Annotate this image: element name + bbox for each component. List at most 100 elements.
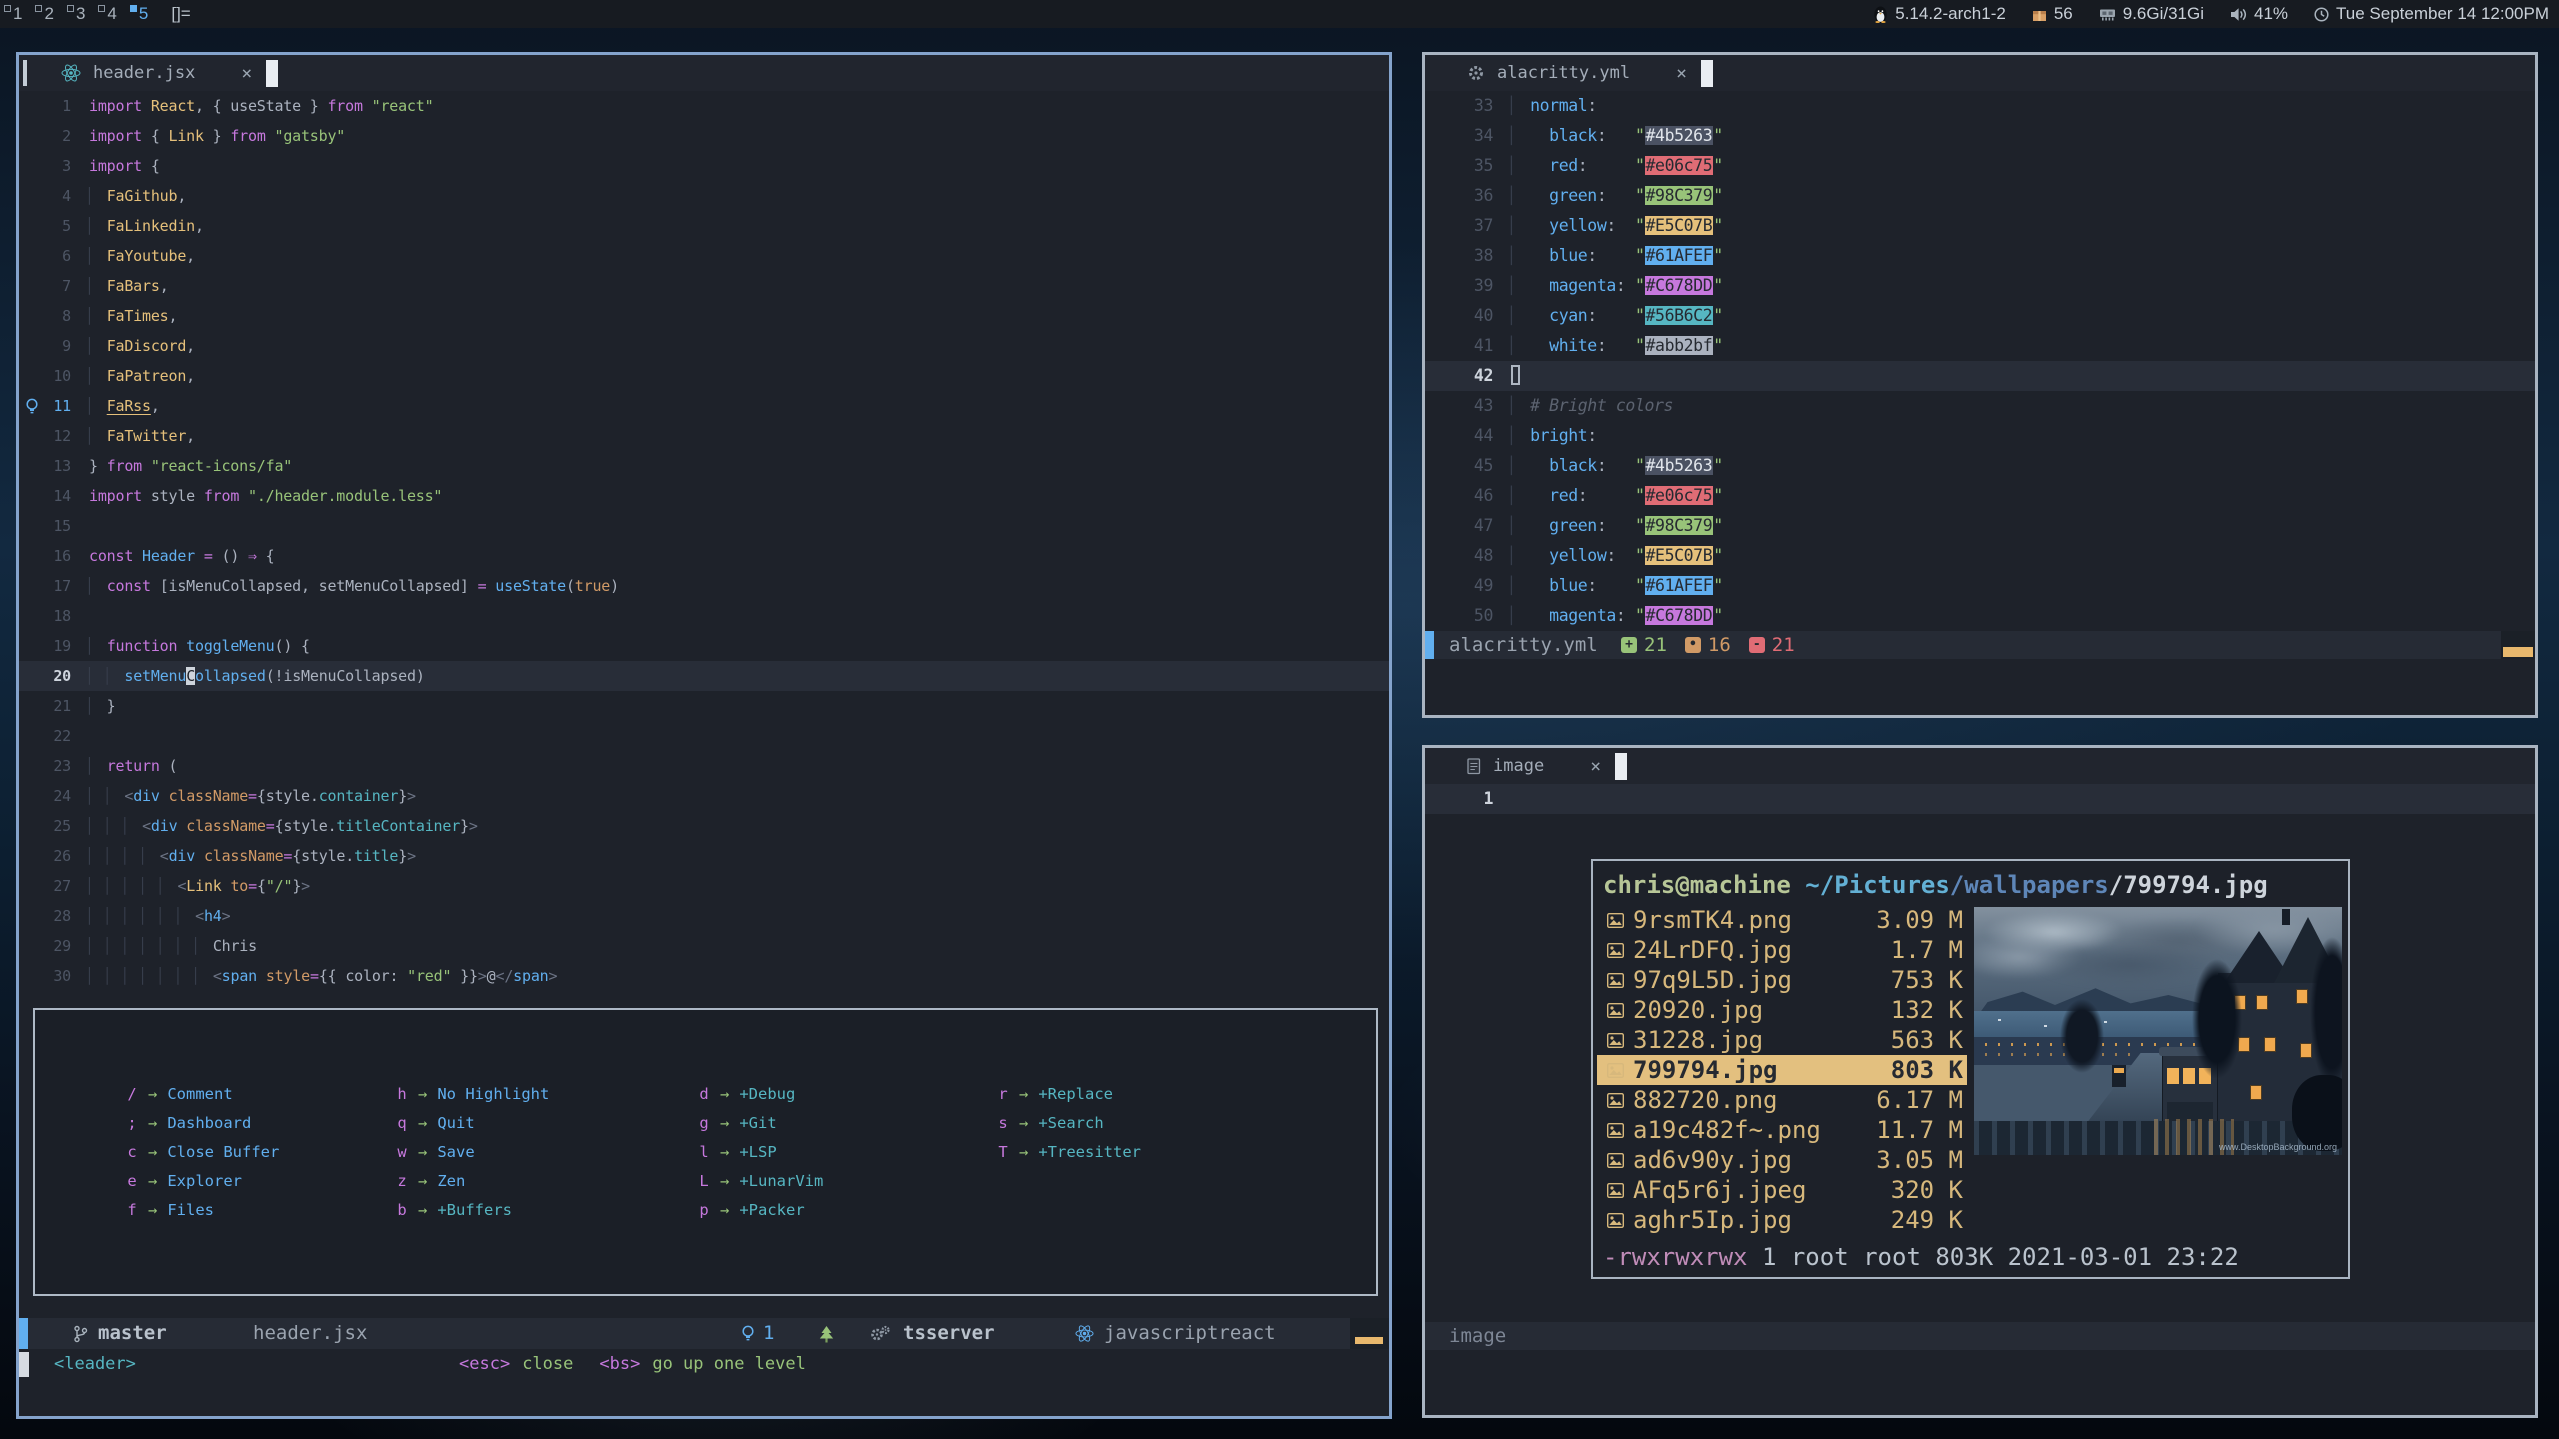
code-line[interactable]: 7▏ FaBars, [19, 271, 1389, 301]
code-line[interactable]: 22 [19, 721, 1389, 751]
code-line[interactable]: 10▏ FaPatreon, [19, 361, 1389, 391]
file-row[interactable]: 97q9L5D.jpg753 K [1597, 965, 1967, 995]
tab-header-jsx[interactable]: header.jsx × [61, 60, 278, 87]
whichkey-binding--debug[interactable]: d→+Debug [696, 1080, 823, 1109]
tab-alacritty-yml[interactable]: alacritty.yml × [1467, 60, 1713, 87]
code-line[interactable]: 21▏ } [19, 691, 1389, 721]
git-branch[interactable]: master [73, 1318, 167, 1349]
tab-close-icon[interactable]: × [1676, 63, 1687, 84]
whichkey-binding-explorer[interactable]: e→Explorer [124, 1167, 279, 1196]
code-line[interactable]: 47▏ green: "#98C379" [1425, 511, 2535, 541]
file-row[interactable]: 882720.png6.17 M [1597, 1085, 1967, 1115]
code-line[interactable]: 43▏ # Bright colors [1425, 391, 2535, 421]
tab-close-icon[interactable]: × [241, 63, 252, 84]
code-line[interactable]: 1import React, { useState } from "react" [19, 91, 1389, 121]
code-line[interactable]: 26▏ ▏ ▏ ▏ <div className={style.title}> [19, 841, 1389, 871]
file-row[interactable]: 31228.jpg563 K [1597, 1025, 1967, 1055]
diagnostics-indicator[interactable]: 1 [741, 1318, 774, 1349]
code-line[interactable]: 14import style from "./header.module.les… [19, 481, 1389, 511]
code-line[interactable]: 28▏ ▏ ▏ ▏ ▏ ▏ <h4> [19, 901, 1389, 931]
file-row[interactable]: 799794.jpg803 K [1597, 1055, 1967, 1085]
file-row[interactable]: 20920.jpg132 K [1597, 995, 1967, 1025]
whichkey-binding-save[interactable]: w→Save [394, 1138, 549, 1167]
code-line[interactable]: 48▏ yellow: "#E5C07B" [1425, 541, 2535, 571]
code-line[interactable]: 19▏ function toggleMenu() { [19, 631, 1389, 661]
code-line[interactable]: 29▏ ▏ ▏ ▏ ▏ ▏ ▏ Chris [19, 931, 1389, 961]
code-line[interactable]: 23▏ return ( [19, 751, 1389, 781]
scroll-indicator[interactable] [2501, 631, 2535, 659]
workspace-3[interactable]: 3 [63, 3, 94, 25]
image-buffer-area[interactable]: 1 [1425, 784, 2535, 814]
code-area[interactable]: 1import React, { useState } from "react"… [19, 91, 1389, 991]
file-row[interactable]: AFq5r6j.jpeg320 K [1597, 1175, 1967, 1205]
whichkey-binding--lsp[interactable]: l→+LSP [696, 1138, 823, 1167]
code-line[interactable]: 33▏ normal: [1425, 91, 2535, 121]
code-line[interactable]: 12▏ FaTwitter, [19, 421, 1389, 451]
whichkey-binding-comment[interactable]: /→Comment [124, 1080, 279, 1109]
code-line[interactable]: 8▏ FaTimes, [19, 301, 1389, 331]
layout-symbol[interactable]: []= [171, 4, 190, 24]
file-row[interactable]: 24LrDFQ.jpg1.7 M [1597, 935, 1967, 965]
tabline-handle [23, 60, 27, 86]
whichkey-binding--lunarvim[interactable]: L→+LunarVim [696, 1167, 823, 1196]
code-line[interactable]: 36▏ green: "#98C379" [1425, 181, 2535, 211]
code-line[interactable]: 45▏ black: "#4b5263" [1425, 451, 2535, 481]
file-row[interactable]: 9rsmTK4.png3.09 M [1597, 905, 1967, 935]
code-line[interactable]: 41▏ white: "#abb2bf" [1425, 331, 2535, 361]
code-line[interactable]: 40▏ cyan: "#56B6C2" [1425, 301, 2535, 331]
whichkey-binding-close-buffer[interactable]: c→Close Buffer [124, 1138, 279, 1167]
code-line[interactable]: 27▏ ▏ ▏ ▏ ▏ <Link to={"/"}> [19, 871, 1389, 901]
code-line[interactable]: 34▏ black: "#4b5263" [1425, 121, 2535, 151]
code-line[interactable]: 30▏ ▏ ▏ ▏ ▏ ▏ ▏ <span style={{ color: "r… [19, 961, 1389, 991]
code-line[interactable]: 37▏ yellow: "#E5C07B" [1425, 211, 2535, 241]
code-line[interactable]: 9▏ FaDiscord, [19, 331, 1389, 361]
code-line[interactable]: 5▏ FaLinkedin, [19, 211, 1389, 241]
workspace-2[interactable]: 2 [31, 3, 62, 25]
yml-code-area[interactable]: 33▏ normal:34▏ black: "#4b5263"35▏ red: … [1425, 91, 2535, 631]
code-line[interactable]: 50▏ magenta: "#C678DD" [1425, 601, 2535, 631]
whichkey-binding-zen[interactable]: z→Zen [394, 1167, 549, 1196]
code-line[interactable]: 15 [19, 511, 1389, 541]
whichkey-binding-files[interactable]: f→Files [124, 1196, 279, 1225]
code-line[interactable]: 4▏ FaGithub, [19, 181, 1389, 211]
code-line[interactable]: 38▏ blue: "#61AFEF" [1425, 241, 2535, 271]
file-row[interactable]: a19c482f~.png11.7 M [1597, 1115, 1967, 1145]
command-line[interactable]: <leader> <esc>close<bs>go up one level [19, 1349, 1389, 1379]
code-line[interactable]: 39▏ magenta: "#C678DD" [1425, 271, 2535, 301]
workspace-1[interactable]: 1 [0, 3, 31, 25]
code-line[interactable]: 24▏ ▏ <div className={style.container}> [19, 781, 1389, 811]
code-line[interactable]: 6▏ FaYoutube, [19, 241, 1389, 271]
code-line[interactable]: 25▏ ▏ ▏ <div className={style.titleConta… [19, 811, 1389, 841]
code-line[interactable]: 35▏ red: "#e06c75" [1425, 151, 2535, 181]
code-line[interactable]: 16const Header = () ⇒ { [19, 541, 1389, 571]
whichkey-binding--packer[interactable]: p→+Packer [696, 1196, 823, 1225]
whichkey-binding--treesitter[interactable]: T→+Treesitter [995, 1138, 1141, 1167]
file-row[interactable]: ad6v90y.jpg3.05 M [1597, 1145, 1967, 1175]
tab-close-icon[interactable]: × [1590, 756, 1601, 777]
code-line[interactable]: 42 [1425, 361, 2535, 391]
code-line[interactable]: 20▏ ▏ setMenuCollapsed(!isMenuCollapsed) [19, 661, 1389, 691]
code-line[interactable]: 13} from "react-icons/fa" [19, 451, 1389, 481]
code-line[interactable]: 18 [19, 601, 1389, 631]
code-line[interactable]: 46▏ red: "#e06c75" [1425, 481, 2535, 511]
code-line[interactable]: 2import { Link } from "gatsby" [19, 121, 1389, 151]
whichkey-binding--search[interactable]: s→+Search [995, 1109, 1141, 1138]
whichkey-binding--buffers[interactable]: b→+Buffers [394, 1196, 549, 1225]
whichkey-binding-dashboard[interactable]: ;→Dashboard [124, 1109, 279, 1138]
file-row[interactable]: aghr5Ip.jpg249 K [1597, 1205, 1967, 1235]
code-line[interactable]: 49▏ blue: "#61AFEF" [1425, 571, 2535, 601]
code-line[interactable]: 11▏ FaRss, [19, 391, 1389, 421]
scroll-indicator[interactable] [1350, 1318, 1389, 1349]
code-line[interactable]: 3import { [19, 151, 1389, 181]
whichkey-binding-quit[interactable]: q→Quit [394, 1109, 549, 1138]
code-line[interactable]: 17▏ const [isMenuCollapsed, setMenuColla… [19, 571, 1389, 601]
code-line[interactable]: 44▏ bright: [1425, 421, 2535, 451]
line-number: 41 [1425, 331, 1511, 361]
code-line[interactable]: 1 [1425, 784, 2535, 814]
whichkey-binding-no-highlight[interactable]: h→No Highlight [394, 1080, 549, 1109]
tab-image[interactable]: image × [1467, 753, 1627, 780]
whichkey-binding--git[interactable]: g→+Git [696, 1109, 823, 1138]
workspace-4[interactable]: 4 [94, 3, 125, 25]
whichkey-binding--replace[interactable]: r→+Replace [995, 1080, 1141, 1109]
workspace-5[interactable]: 5 [126, 3, 157, 25]
